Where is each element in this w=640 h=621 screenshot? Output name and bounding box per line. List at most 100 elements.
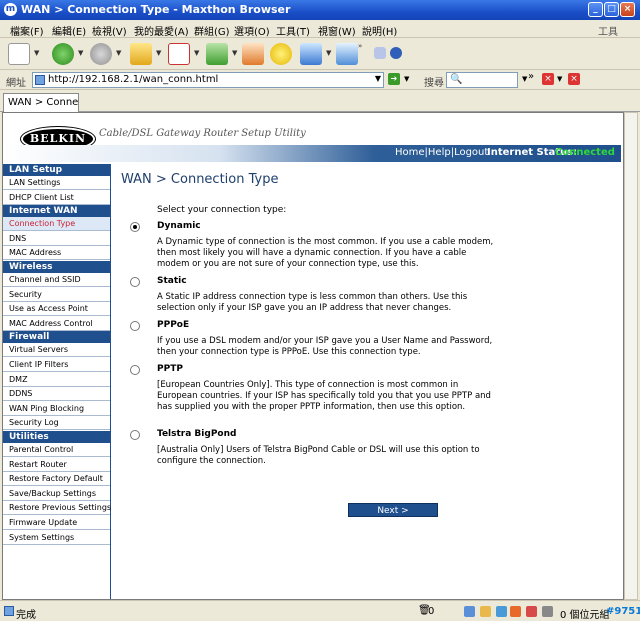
menu-window[interactable]: 視窗(W) xyxy=(318,23,356,38)
forward-icon[interactable] xyxy=(90,43,112,65)
sidebar-item-security[interactable]: Security xyxy=(3,288,110,302)
home-icon[interactable] xyxy=(242,43,264,65)
sidebar-item-connection-type[interactable]: Connection Type xyxy=(3,217,110,232)
toolbar-overflow-icon[interactable]: » xyxy=(528,71,534,82)
up-folder-icon[interactable] xyxy=(130,43,152,65)
flower-icon[interactable] xyxy=(526,606,537,617)
close-button[interactable]: × xyxy=(620,2,635,17)
popup-blocker-icon[interactable] xyxy=(480,606,491,617)
sidebar-item-dhcp-client-list[interactable]: DHCP Client List xyxy=(3,191,110,205)
nav-strip: Home|Help|Logout Internet Status: Connec… xyxy=(3,145,621,162)
new-page-icon[interactable] xyxy=(8,43,30,65)
ad-hunter-icon[interactable] xyxy=(496,606,507,617)
browser-window: m WAN > Connection Type - Maxthon Browse… xyxy=(0,0,640,621)
back-icon[interactable] xyxy=(52,43,74,65)
sidebar-item-restore-previous-settings[interactable]: Restore Previous Settings xyxy=(3,501,111,516)
menu-view[interactable]: 檢視(V) xyxy=(92,23,127,38)
radio-pptp[interactable] xyxy=(130,365,140,375)
next-button[interactable]: Next > xyxy=(348,503,438,517)
search-icon: 🔍 xyxy=(450,74,463,85)
menu-tools[interactable]: 工具(T) xyxy=(276,23,310,38)
page-icon xyxy=(35,75,45,85)
menu-file[interactable]: 檔案(F) xyxy=(10,23,44,38)
tab-bar: WAN > Connecti... xyxy=(0,90,640,112)
radio-static[interactable] xyxy=(130,277,140,287)
sidebar-item-virtual-servers[interactable]: Virtual Servers xyxy=(3,343,110,358)
option-desc-pptp: [European Countries Only]. This type of … xyxy=(157,380,491,412)
favorites-star-icon[interactable] xyxy=(270,43,292,65)
address-input[interactable]: http://192.168.2.1/wan_conn.html ▼ xyxy=(32,72,384,88)
chevron-down-icon[interactable]: ▼ xyxy=(156,49,161,57)
sidebar-item-ddns[interactable]: DDNS xyxy=(3,387,110,402)
title-bar: m WAN > Connection Type - Maxthon Browse… xyxy=(0,0,640,20)
vertical-scrollbar[interactable] xyxy=(624,112,638,600)
chevron-down-icon[interactable]: ▼ xyxy=(326,49,331,57)
sidebar-item-use-as-access-point[interactable]: Use as Access Point xyxy=(3,302,110,317)
chevron-down-icon[interactable]: ▼ xyxy=(522,75,527,83)
maximize-button[interactable]: □ xyxy=(604,2,619,17)
option-name-pppoe: PPPoE xyxy=(157,320,190,330)
status-bar: 完成 🗑 0 0 個位元組 #9751 xyxy=(0,600,640,621)
router-header: BELKIN Cable/DSL Gateway Router Setup Ut… xyxy=(3,113,623,165)
radio-pppoe[interactable] xyxy=(130,321,140,331)
radio-telstra-bigpond[interactable] xyxy=(130,430,140,440)
chevron-down-icon[interactable]: ▼ xyxy=(116,49,121,57)
sidebar-item-parental-control[interactable]: Parental Control xyxy=(3,443,110,457)
search-input[interactable]: 🔍 xyxy=(446,72,518,88)
sidebar-section-internet-wan: Internet WAN xyxy=(3,205,111,218)
main-content: WAN > Connection Type Select your connec… xyxy=(115,164,621,599)
sidebar-item-dns[interactable]: DNS xyxy=(3,232,110,246)
compass-icon[interactable] xyxy=(390,47,402,59)
chevron-down-icon[interactable]: ▼ xyxy=(232,49,237,57)
option-desc-static: A Static IP address connection type is l… xyxy=(157,292,468,313)
sidebar-item-restore-factory-default[interactable]: Restore Factory Default xyxy=(3,472,110,487)
sidebar-item-restart-router[interactable]: Restart Router xyxy=(3,458,110,472)
menu-edit[interactable]: 編輯(E) xyxy=(52,23,86,38)
sidebar-item-firmware-update[interactable]: Firmware Update xyxy=(3,516,110,530)
chevron-down-icon[interactable]: ▼ xyxy=(404,75,409,83)
radio-dynamic[interactable] xyxy=(130,222,140,232)
translate-icon[interactable] xyxy=(300,43,322,65)
menu-favorites[interactable]: 我的最愛(A) xyxy=(134,23,189,38)
screen-icon[interactable] xyxy=(336,43,358,65)
proxy-icon[interactable] xyxy=(464,606,475,617)
close-all-icon[interactable]: × xyxy=(568,73,580,85)
chevron-down-icon[interactable]: ▼ xyxy=(78,49,83,57)
refresh-icon[interactable] xyxy=(206,43,228,65)
sidebar-item-system-settings[interactable]: System Settings xyxy=(3,531,110,545)
url-text[interactable]: http://192.168.2.1/wan_conn.html xyxy=(48,74,218,85)
chevron-down-icon[interactable]: ▼ xyxy=(194,49,199,57)
option-desc-telstra-bigpond: [Australia Only] Users of Telstra BigPon… xyxy=(157,445,480,466)
header-links[interactable]: Home|Help|Logout xyxy=(395,147,488,158)
menu-groups[interactable]: 群組(G) xyxy=(194,23,230,38)
sidebar-item-lan-settings[interactable]: LAN Settings xyxy=(3,176,110,190)
chevron-down-icon[interactable]: ▼ xyxy=(34,49,39,57)
tab-wan-connection[interactable]: WAN > Connecti... xyxy=(3,93,79,112)
plugin-icon[interactable] xyxy=(374,47,386,59)
menu-options[interactable]: 選項(O) xyxy=(234,23,270,38)
chevron-down-icon[interactable]: ▼ xyxy=(375,74,381,83)
stop-icon[interactable] xyxy=(168,43,190,65)
sidebar-item-save-backup-settings[interactable]: Save/Backup Settings xyxy=(3,487,110,501)
menu-help[interactable]: 說明(H) xyxy=(362,23,397,38)
sidebar-item-channel-and-ssid[interactable]: Channel and SSID xyxy=(3,273,110,287)
sidebar-item-mac-address[interactable]: MAC Address xyxy=(3,246,110,261)
go-button[interactable]: ➔ xyxy=(388,73,400,85)
sidebar-item-security-log[interactable]: Security Log xyxy=(3,416,110,431)
option-name-static: Static xyxy=(157,276,187,286)
sidebar-item-wan-ping-blocking[interactable]: WAN Ping Blocking xyxy=(3,402,110,416)
page-title: WAN > Connection Type xyxy=(121,172,279,187)
watermark-text: #9751 xyxy=(606,606,640,617)
option-name-dynamic: Dynamic xyxy=(157,221,201,231)
minimize-button[interactable]: _ xyxy=(588,2,603,17)
toolbar-overflow-icon[interactable]: » xyxy=(358,42,362,50)
sidebar-item-mac-address-control[interactable]: MAC Address Control xyxy=(3,317,110,331)
close-search-icon[interactable]: × xyxy=(542,73,554,85)
sun-icon[interactable] xyxy=(510,606,521,617)
sidebar-item-client-ip-filters[interactable]: Client IP Filters xyxy=(3,358,110,372)
settings-icon[interactable] xyxy=(542,606,553,617)
chevron-down-icon[interactable]: ▼ xyxy=(557,75,562,83)
sidebar-item-dmz[interactable]: DMZ xyxy=(3,373,110,387)
option-name-pptp: PPTP xyxy=(157,364,183,374)
menu-bar: 檔案(F) 編輯(E) 檢視(V) 我的最愛(A) 群組(G) 選項(O) 工具… xyxy=(0,20,640,38)
